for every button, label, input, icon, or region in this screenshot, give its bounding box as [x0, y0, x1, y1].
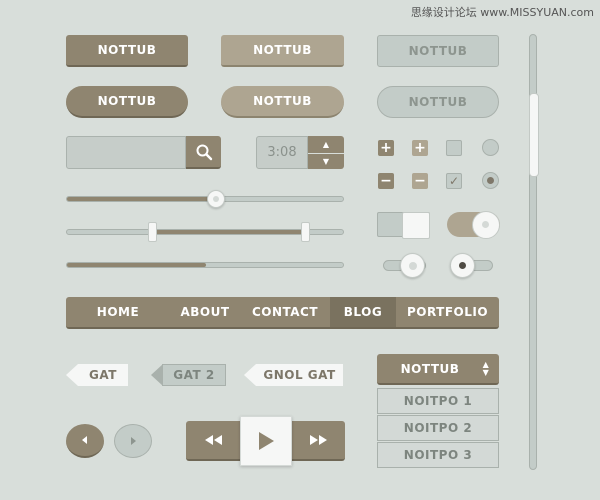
pill-button-dark[interactable]: NOTTUB — [66, 86, 188, 118]
tag-label: GAT — [89, 368, 117, 382]
pill-button-medium[interactable]: NOTTUB — [221, 86, 344, 118]
nav-item-label: CONTACT — [251, 305, 319, 319]
range-slider-low-handle[interactable] — [148, 222, 158, 242]
knob-center — [213, 196, 220, 202]
button-light[interactable]: NOTTUB — [377, 35, 499, 67]
nav-item-about[interactable]: ABOUT — [170, 297, 240, 327]
slider-fill — [67, 197, 218, 201]
radio-dot-icon — [487, 177, 494, 184]
plus-button-medium[interactable]: + — [412, 140, 428, 156]
mini-slider-knob-2[interactable] — [450, 253, 475, 278]
chevron-updown-icon: ▲ ▼ — [482, 359, 490, 377]
toggle-thumb — [402, 212, 430, 239]
toggle-thumb — [472, 211, 500, 239]
dropdown-option[interactable]: NOITPO 2 — [377, 415, 499, 441]
fast-forward-icon — [309, 435, 327, 445]
range-slider-fill — [153, 230, 307, 234]
time-stepper[interactable]: ▲ ▼ — [308, 136, 344, 169]
button-label: NOTTUB — [408, 44, 468, 58]
play-button[interactable] — [240, 416, 292, 466]
option-label: NOITPO 3 — [403, 448, 473, 462]
vertical-scrollbar[interactable] — [529, 34, 539, 470]
nav-item-blog[interactable]: BLOG — [330, 297, 396, 327]
slider-knob[interactable] — [207, 190, 226, 208]
previous-button[interactable] — [66, 424, 104, 458]
slider-track[interactable] — [66, 196, 344, 202]
button-label: NOTTUB — [408, 95, 468, 109]
nav-item-home[interactable]: HOME — [66, 297, 170, 327]
toggle-switch-round[interactable] — [447, 211, 500, 239]
minus-icon: − — [380, 173, 392, 189]
tag-grey[interactable]: GAT 2 — [162, 364, 226, 386]
option-label: NOITPO 2 — [403, 421, 473, 435]
search-input[interactable] — [66, 136, 186, 169]
fast-forward-button[interactable] — [292, 421, 345, 459]
search-button[interactable] — [186, 136, 221, 169]
button-label: NOTTUB — [253, 94, 312, 108]
nav-item-portfolio[interactable]: PORTFOLIO — [396, 297, 499, 327]
nav-item-label: BLOG — [343, 305, 383, 319]
radio-selected[interactable] — [482, 172, 499, 189]
next-button[interactable] — [114, 424, 152, 458]
minus-button-medium[interactable]: − — [412, 173, 428, 189]
nav-bar: HOME ABOUT CONTACT BLOG PORTFOLIO — [66, 297, 499, 329]
rewind-icon — [205, 435, 222, 445]
progress-fill — [67, 263, 206, 267]
caret-up-icon: ▲ — [322, 139, 330, 149]
button-dark[interactable]: NOTTUB — [66, 35, 188, 67]
tag-notch — [244, 364, 256, 386]
checkbox-unchecked[interactable] — [446, 140, 462, 156]
plus-button-dark[interactable]: + — [378, 140, 394, 156]
scrollbar-thumb[interactable] — [529, 93, 539, 177]
stepper-up-button[interactable]: ▲ — [308, 136, 344, 154]
button-label: NOTTUB — [97, 94, 157, 108]
checkmark-icon: ✓ — [448, 174, 460, 188]
pill-button-light[interactable]: NOTTUB — [377, 86, 499, 118]
radio-unselected[interactable] — [482, 139, 499, 156]
minus-button-dark[interactable]: − — [378, 173, 394, 189]
knob-center — [482, 221, 489, 228]
plus-icon: + — [380, 140, 392, 156]
dropdown-option[interactable]: NOITPO 3 — [377, 442, 499, 468]
range-slider-high-handle[interactable] — [301, 222, 311, 242]
nav-item-label: PORTFOLIO — [406, 305, 489, 319]
time-input[interactable]: 3:08 — [256, 136, 308, 169]
nav-item-label: ABOUT — [180, 305, 230, 319]
arrow-left-icon — [82, 436, 87, 444]
tag-label: GNOL GAT — [263, 368, 336, 382]
arrow-right-icon — [131, 437, 136, 445]
knob-center — [409, 262, 417, 270]
toggle-switch-square[interactable] — [377, 212, 430, 239]
caret-down-icon: ▼ — [322, 157, 330, 167]
tag-notch — [66, 364, 78, 386]
dropdown-label: NOTTUB — [400, 361, 460, 376]
mini-slider-knob[interactable] — [400, 253, 425, 278]
button-label: NOTTUB — [97, 43, 157, 57]
search-icon — [196, 144, 212, 160]
stepper-down-button[interactable]: ▼ — [308, 154, 344, 171]
nav-item-contact[interactable]: CONTACT — [240, 297, 330, 327]
minus-icon: − — [414, 173, 426, 189]
tag-label: GAT 2 — [173, 368, 215, 382]
button-label: NOTTUB — [253, 43, 312, 57]
rewind-button[interactable] — [186, 421, 240, 459]
tag[interactable]: GAT — [78, 364, 128, 386]
option-label: NOITPO 1 — [403, 394, 473, 408]
checkbox-checked[interactable]: ✓ — [446, 173, 462, 189]
nav-item-label: HOME — [96, 305, 140, 319]
time-value: 3:08 — [267, 145, 297, 160]
dropdown-option[interactable]: NOITPO 1 — [377, 388, 499, 414]
knob-center — [459, 262, 466, 269]
play-icon — [259, 432, 274, 450]
watermark-text: 思缘设计论坛 www.MISSYUAN.com — [410, 6, 594, 19]
dropdown-button[interactable]: NOTTUB ▲ ▼ — [377, 354, 499, 385]
tag-long[interactable]: GNOL GAT — [256, 364, 343, 386]
progress-bar — [66, 262, 344, 268]
button-medium[interactable]: NOTTUB — [221, 35, 344, 67]
plus-icon: + — [414, 140, 426, 156]
